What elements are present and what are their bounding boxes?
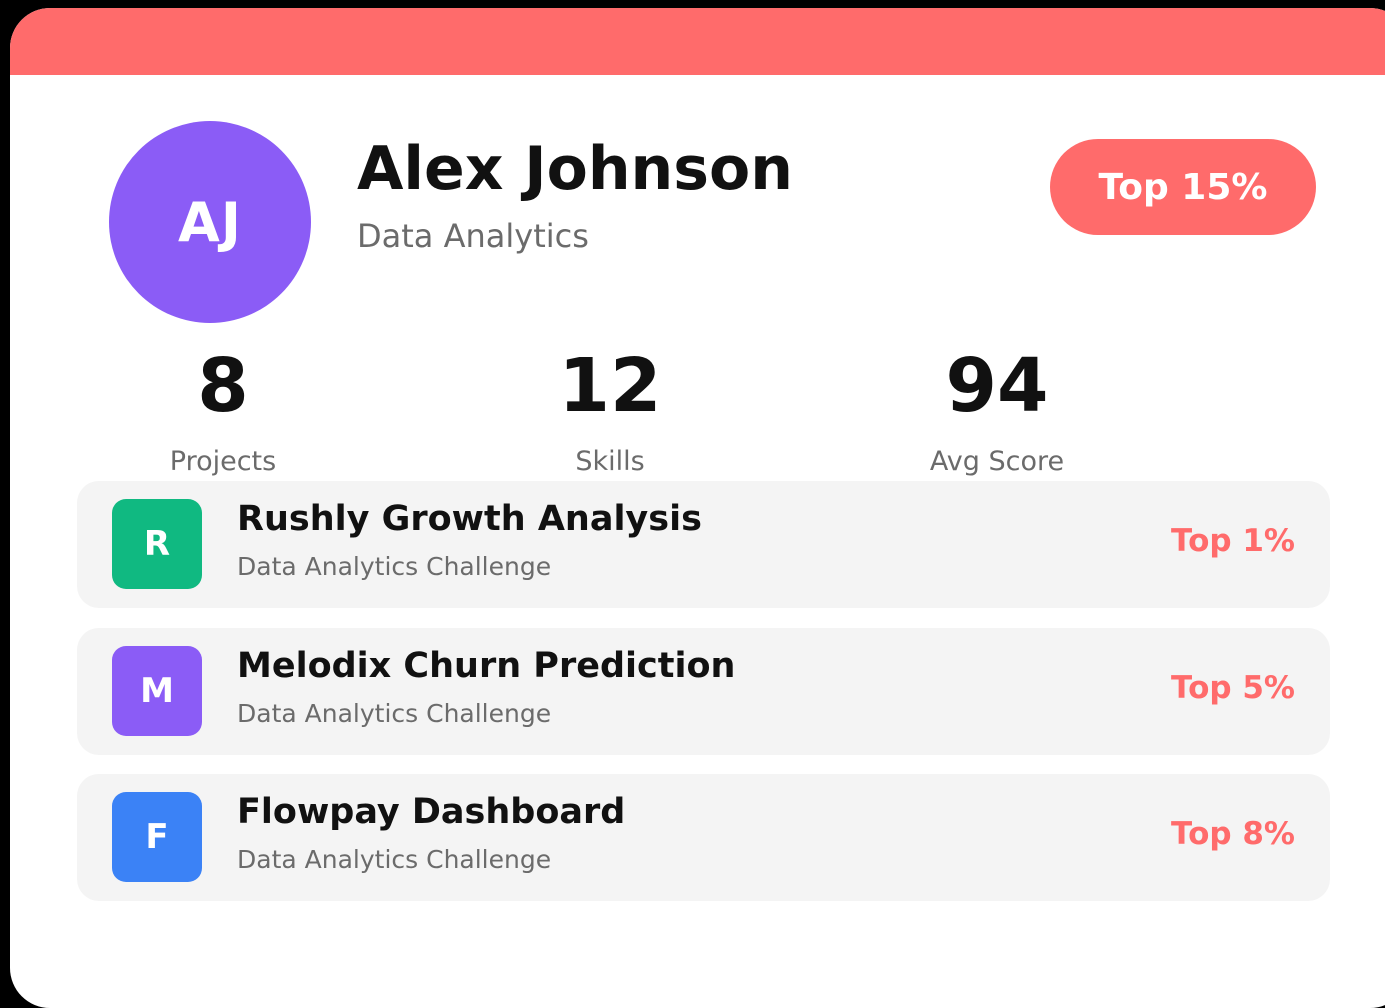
stat-value: 94 bbox=[945, 343, 1049, 429]
project-row-rushly[interactable]: R Rushly Growth Analysis Data Analytics … bbox=[77, 481, 1330, 608]
project-rank: Top 5% bbox=[1171, 670, 1295, 706]
profile-card: AJ Alex Johnson Data Analytics Top 15% 8… bbox=[10, 8, 1385, 1008]
header-accent-bar bbox=[10, 8, 1385, 75]
stat-avg-score: 94 Avg Score bbox=[847, 341, 1147, 479]
stat-skills: 12 Skills bbox=[460, 341, 760, 479]
project-title: Rushly Growth Analysis bbox=[237, 499, 702, 539]
profile-name: Alex Johnson bbox=[357, 134, 793, 204]
profile-field: Data Analytics bbox=[357, 217, 589, 255]
project-initial-icon: M bbox=[112, 646, 202, 736]
avatar: AJ bbox=[109, 121, 311, 323]
project-subtitle: Data Analytics Challenge bbox=[237, 699, 552, 728]
project-subtitle: Data Analytics Challenge bbox=[237, 845, 552, 874]
project-title: Flowpay Dashboard bbox=[237, 792, 626, 832]
project-rank: Top 8% bbox=[1171, 816, 1295, 852]
stat-projects: 8 Projects bbox=[73, 341, 373, 479]
stat-label: Skills bbox=[575, 446, 645, 477]
project-initial-icon: F bbox=[112, 792, 202, 882]
rank-badge: Top 15% bbox=[1050, 139, 1316, 235]
project-initial: R bbox=[143, 524, 171, 564]
avatar-initials: AJ bbox=[178, 190, 242, 254]
project-initial: M bbox=[140, 671, 174, 711]
project-initial-icon: R bbox=[112, 499, 202, 589]
stat-value: 12 bbox=[558, 343, 662, 429]
stat-label: Avg Score bbox=[929, 446, 1065, 477]
project-rank: Top 1% bbox=[1171, 523, 1295, 559]
rank-badge-label: Top 15% bbox=[1098, 166, 1268, 208]
project-title: Melodix Churn Prediction bbox=[237, 646, 736, 686]
stat-value: 8 bbox=[197, 343, 249, 429]
project-row-flowpay[interactable]: F Flowpay Dashboard Data Analytics Chall… bbox=[77, 774, 1330, 901]
stat-label: Projects bbox=[169, 446, 277, 477]
project-initial: F bbox=[145, 817, 169, 857]
project-subtitle: Data Analytics Challenge bbox=[237, 552, 552, 581]
project-row-melodix[interactable]: M Melodix Churn Prediction Data Analytic… bbox=[77, 628, 1330, 755]
